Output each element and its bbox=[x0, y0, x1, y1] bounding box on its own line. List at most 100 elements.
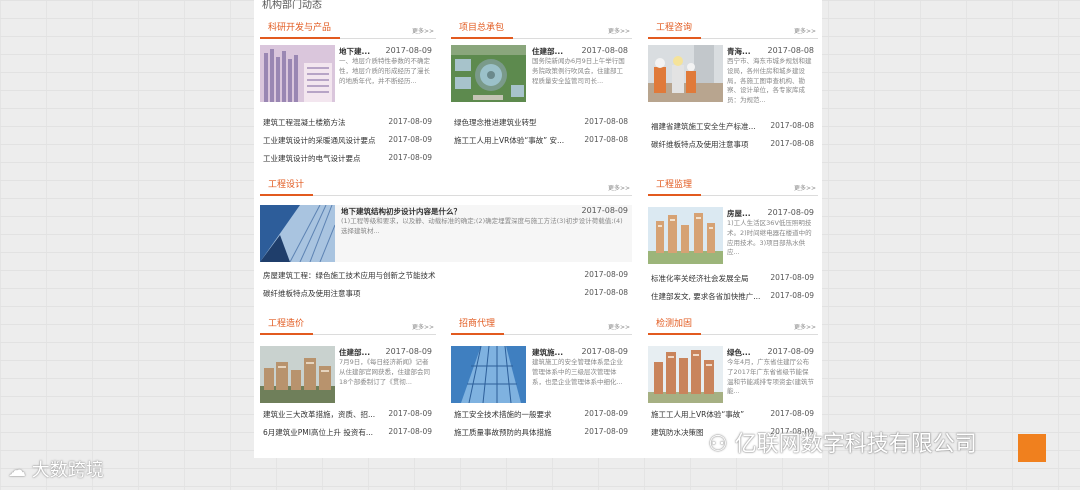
article-title[interactable]: 绿色... bbox=[727, 347, 759, 358]
article-summary: (1)工程等级和要求，以及静、动载标准的确定;(2)确定埋置深度与施工方法(3)… bbox=[341, 217, 623, 235]
list-item[interactable]: 6月建筑业PMI高位上升 投资有... 2017-08-09 bbox=[260, 427, 436, 445]
section-header: 项目总承包 更多>> bbox=[451, 20, 632, 39]
list-item-date: 2017-08-09 bbox=[584, 427, 628, 436]
list-item-title[interactable]: 碳纤维板特点及使用注意事项 bbox=[263, 288, 361, 299]
section-engineering-design: 工程设计 更多>> 地下建筑结构初步设计内容是什么？ 2017-08-09 (1… bbox=[260, 177, 632, 305]
list-item-title[interactable]: 房屋建筑工程：绿色施工技术应用与创新之节能技术 bbox=[263, 270, 436, 281]
list-item[interactable]: 碳纤维板特点及使用注意事项 2017-08-08 bbox=[260, 288, 632, 306]
section-supervision: 工程监理 更多>> 房屋... 2017-08-09 1)工人生活区36V低压照… bbox=[648, 177, 818, 307]
list-item-title[interactable]: 住建部发文, 要求各省加快推广... bbox=[651, 291, 760, 302]
list-item[interactable]: 住建部发文, 要求各省加快推广... 2017-08-09 bbox=[648, 291, 818, 309]
list-item-title[interactable]: 标准化率关经济社会发展全局 bbox=[651, 273, 749, 284]
section-title[interactable]: 招商代理 bbox=[451, 316, 505, 335]
list-item-date: 2017-08-09 bbox=[770, 291, 814, 300]
wechat-logo-icon: ⚇ bbox=[708, 432, 728, 457]
article-thumbnail[interactable] bbox=[451, 45, 526, 102]
list-item-date: 2017-08-09 bbox=[770, 273, 814, 282]
article-thumbnail[interactable] bbox=[260, 45, 335, 102]
article-summary: 7月9日，《每日经济新闻》记者从住建部官网获悉，住建部会同18个部委制订了《贯彻… bbox=[339, 358, 430, 386]
page-heading: 机构部门动态 bbox=[262, 0, 322, 11]
section-title[interactable]: 检测加固 bbox=[648, 316, 702, 335]
article-thumbnail[interactable] bbox=[260, 205, 335, 262]
list-item[interactable]: 施工工人用上VR体验“事故” 安... 2017-08-08 bbox=[451, 135, 632, 153]
article-thumbnail[interactable] bbox=[451, 346, 526, 403]
article-list: 施工安全技术措施的一般要求 2017-08-09 施工质量事故预防的具体措施 201… bbox=[451, 409, 632, 445]
article-title[interactable]: 地下建筑结构初步设计内容是什么？ bbox=[341, 206, 541, 217]
article-list: 标准化率关经济社会发展全局 2017-08-09 住建部发文, 要求各省加快推广.… bbox=[648, 273, 818, 309]
article-title[interactable]: 青海... bbox=[727, 46, 759, 57]
section-research: 科研开发与产品 更多>> 地下建... 2017-08-09 一、地层介质特性参… bbox=[260, 20, 436, 170]
featured-article[interactable]: 地下建... 2017-08-09 一、地层介质特性参数的不确定性，地层介质的形… bbox=[260, 45, 436, 102]
section-title[interactable]: 工程监理 bbox=[648, 177, 702, 196]
more-link[interactable]: 更多>> bbox=[412, 26, 434, 35]
list-item[interactable]: 施工工人用上VR体验“事故” 2017-08-09 bbox=[648, 409, 818, 427]
list-item[interactable]: 建筑业三大改革措施，资质、招... 2017-08-09 bbox=[260, 409, 436, 427]
list-item-title[interactable]: 工业建筑设计的采暖通风设计要点 bbox=[263, 135, 376, 146]
section-header: 科研开发与产品 更多>> bbox=[260, 20, 436, 39]
section-title[interactable]: 工程设计 bbox=[260, 177, 314, 196]
section-title[interactable]: 工程造价 bbox=[260, 316, 314, 335]
article-thumbnail[interactable] bbox=[648, 45, 723, 102]
list-item-title[interactable]: 施工工人用上VR体验“事故” bbox=[651, 409, 744, 420]
article-list: 绿色理念推进建筑业转型 2017-08-08 施工工人用上VR体验“事故” 安..… bbox=[451, 117, 632, 153]
section-header: 招商代理 更多>> bbox=[451, 316, 632, 335]
section-title[interactable]: 工程咨询 bbox=[648, 20, 702, 39]
featured-article[interactable]: 建筑施... 2017-08-09 建筑施工的安全管理体系是企业管理体系中的三级… bbox=[451, 346, 632, 403]
list-item[interactable]: 施工安全技术措施的一般要求 2017-08-09 bbox=[451, 409, 632, 427]
featured-article[interactable]: 绿色... 2017-08-09 今年4月，广东省住建厅公布了2017年广东省省… bbox=[648, 346, 818, 403]
list-item[interactable]: 施工质量事故预防的具体措施 2017-08-09 bbox=[451, 427, 632, 445]
section-title[interactable]: 项目总承包 bbox=[451, 20, 514, 39]
article-title[interactable]: 建筑施... bbox=[532, 347, 572, 358]
more-link[interactable]: 更多>> bbox=[608, 26, 630, 35]
article-date: 2017-08-09 bbox=[581, 347, 629, 356]
list-item-title[interactable]: 建筑防水决策图 bbox=[651, 427, 704, 438]
list-item-title[interactable]: 建筑工程混凝土楼筋方法 bbox=[263, 117, 346, 128]
list-item[interactable]: 建筑工程混凝土楼筋方法 2017-08-09 bbox=[260, 117, 436, 135]
featured-article[interactable]: 住建部... 2017-08-09 7月9日，《每日经济新闻》记者从住建部官网获… bbox=[260, 346, 436, 403]
list-item-title[interactable]: 施工安全技术措施的一般要求 bbox=[454, 409, 552, 420]
back-to-top-button[interactable] bbox=[1018, 434, 1046, 462]
section-header: 工程设计 更多>> bbox=[260, 177, 632, 196]
more-link[interactable]: 更多>> bbox=[794, 322, 816, 331]
list-item-title[interactable]: 福建省建筑施工安全生产标准... bbox=[651, 121, 756, 132]
list-item[interactable]: 福建省建筑施工安全生产标准... 2017-08-08 bbox=[648, 121, 818, 139]
more-link[interactable]: 更多>> bbox=[608, 183, 630, 192]
more-link[interactable]: 更多>> bbox=[412, 322, 434, 331]
list-item-title[interactable]: 碳纤维板特点及使用注意事项 bbox=[651, 139, 749, 150]
list-item-date: 2017-08-08 bbox=[770, 121, 814, 130]
article-title[interactable]: 地下建... bbox=[339, 46, 379, 57]
list-item[interactable]: 工业建筑设计的采暖通风设计要点 2017-08-09 bbox=[260, 135, 436, 153]
list-item-date: 2017-08-09 bbox=[388, 117, 432, 126]
list-item[interactable]: 房屋建筑工程：绿色施工技术应用与创新之节能技术 2017-08-09 bbox=[260, 270, 632, 288]
list-item[interactable]: 工业建筑设计的电气设计要点 2017-08-09 bbox=[260, 153, 436, 171]
article-date: 2017-08-09 bbox=[767, 347, 815, 356]
featured-article[interactable]: 住建部... 2017-08-08 国务院新闻办6月9日上午举行国务院政策例行吹… bbox=[451, 45, 632, 102]
list-item-title[interactable]: 绿色理念推进建筑业转型 bbox=[454, 117, 537, 128]
more-link[interactable]: 更多>> bbox=[794, 183, 816, 192]
section-title[interactable]: 科研开发与产品 bbox=[260, 20, 341, 39]
more-link[interactable]: 更多>> bbox=[608, 322, 630, 331]
section-header: 工程监理 更多>> bbox=[648, 177, 818, 196]
article-thumbnail[interactable] bbox=[260, 346, 335, 403]
list-item-title[interactable]: 工业建筑设计的电气设计要点 bbox=[263, 153, 361, 164]
list-item-date: 2017-08-09 bbox=[388, 427, 432, 436]
list-item-title[interactable]: 施工质量事故预防的具体措施 bbox=[454, 427, 552, 438]
article-thumbnail[interactable] bbox=[648, 207, 723, 264]
list-item-title[interactable]: 6月建筑业PMI高位上升 投资有... bbox=[263, 427, 373, 438]
article-title[interactable]: 住建部... bbox=[339, 347, 379, 358]
section-header: 检测加固 更多>> bbox=[648, 316, 818, 335]
list-item-title[interactable]: 施工工人用上VR体验“事故” 安... bbox=[454, 135, 564, 146]
featured-article[interactable]: 青海... 2017-08-08 西宁市、海东市城乡规划和建设局，各州住房和城乡… bbox=[648, 45, 818, 107]
more-link[interactable]: 更多>> bbox=[794, 26, 816, 35]
list-item[interactable]: 碳纤维板特点及使用注意事项 2017-08-08 bbox=[648, 139, 818, 157]
list-item-title[interactable]: 建筑业三大改革措施，资质、招... bbox=[263, 409, 375, 420]
list-item[interactable]: 标准化率关经济社会发展全局 2017-08-09 bbox=[648, 273, 818, 291]
article-title[interactable]: 房屋... bbox=[727, 208, 759, 219]
section-cost: 工程造价 更多>> 住建部... 2017-08-09 7月9日，《每日经济新闻… bbox=[260, 316, 436, 446]
list-item[interactable]: 绿色理念推进建筑业转型 2017-08-08 bbox=[451, 117, 632, 135]
featured-article[interactable]: 房屋... 2017-08-09 1)工人生活区36V低压照明技术。2)时间继电… bbox=[648, 207, 818, 264]
featured-article[interactable]: 地下建筑结构初步设计内容是什么？ 2017-08-09 (1)工程等级和要求，以… bbox=[260, 205, 632, 262]
article-date: 2017-08-09 bbox=[385, 46, 433, 55]
article-title[interactable]: 住建部... bbox=[532, 46, 572, 57]
article-thumbnail[interactable] bbox=[648, 346, 723, 403]
